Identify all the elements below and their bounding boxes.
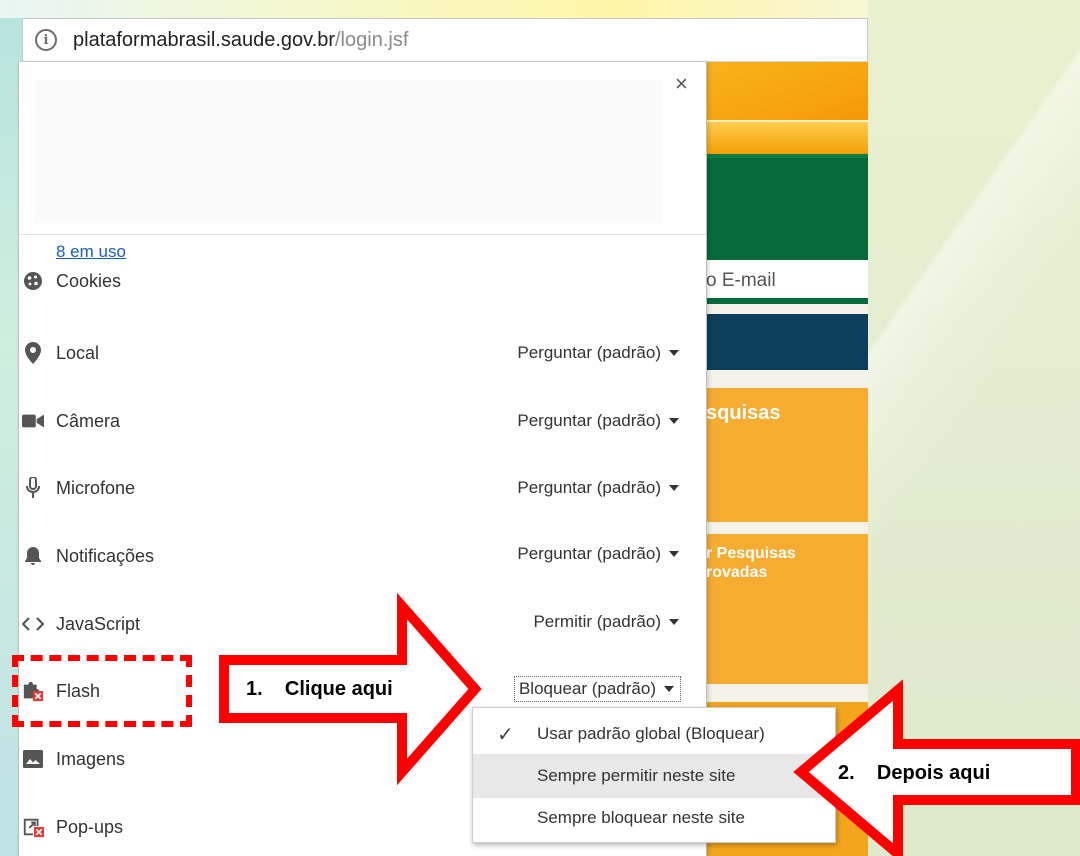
- annotation-arrows: [219, 592, 1080, 856]
- annotation-step1-label: 1. Clique aqui: [246, 678, 393, 700]
- annotation-step2-label: 2. Depois aqui: [838, 762, 991, 784]
